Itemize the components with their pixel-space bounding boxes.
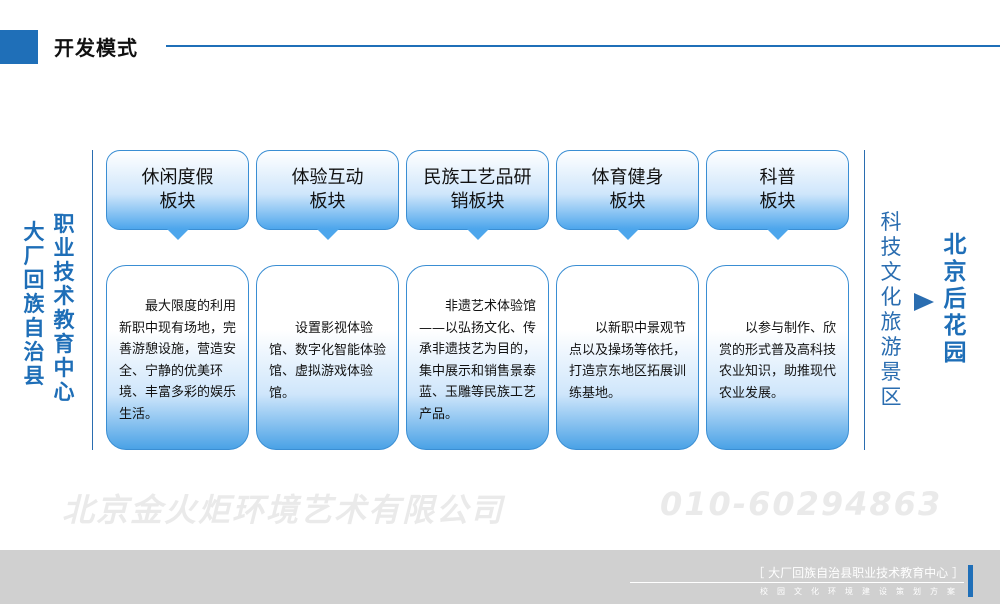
title-accent-block <box>0 30 38 64</box>
module-3-desc: 非遗艺术体验馆——以弘扬文化、传承非遗技艺为目的，集中展示和销售景泰蓝、玉雕等民… <box>406 265 549 450</box>
module-3-head: 民族工艺品研 销板块 <box>406 150 549 240</box>
arrow-right-icon <box>914 293 934 311</box>
zone-label: 科技文化旅游景区 <box>880 210 902 409</box>
footer-band: ［ 大厂回族自治县职业技术教育中心 ］ 校园文化环境建设策划方案 <box>0 550 1000 604</box>
module-1-head: 休闲度假 板块 <box>106 150 249 240</box>
module-5-pointer <box>767 229 789 240</box>
divider-left <box>92 150 93 450</box>
title-underline <box>166 45 1000 47</box>
footer-school-name: ［ 大厂回族自治县职业技术教育中心 ］ <box>752 566 964 580</box>
module-2-desc: 设置影视体验馆、数字化智能体验馆、虚拟游戏体验馆。 <box>256 265 399 450</box>
divider-right <box>864 150 865 450</box>
module-4-title: 体育健身 板块 <box>591 167 664 212</box>
garden-label: 北京后花园 <box>943 232 967 366</box>
module-2-head: 体验互动 板块 <box>256 150 399 240</box>
footer-accent-bar <box>968 565 973 597</box>
school-label: 职业技术教育中心 <box>53 212 75 404</box>
module-1-pointer <box>167 229 189 240</box>
module-1-desc: 最大限度的利用新职中现有场地，完善游憩设施，营造安全、宁静的优美环境、丰富多彩的… <box>106 265 249 450</box>
county-label: 大厂回族自治县 <box>23 220 45 388</box>
module-5-title: 科普 板块 <box>759 167 796 212</box>
watermark-company: 北京金火炬环境艺术有限公司 <box>62 491 505 529</box>
footer-subtitle: 校园文化环境建设策划方案 <box>760 587 964 596</box>
module-5-head: 科普 板块 <box>706 150 849 240</box>
page-title: 开发模式 <box>54 36 138 60</box>
module-2-title: 体验互动 板块 <box>291 167 364 212</box>
module-1-title: 休闲度假 板块 <box>141 167 214 212</box>
watermark-phone: 010-60294863 <box>660 485 943 523</box>
module-2-pointer <box>317 229 339 240</box>
module-3-pointer <box>467 229 489 240</box>
module-3-title: 民族工艺品研 销板块 <box>423 167 532 212</box>
module-5-desc: 以参与制作、欣赏的形式普及高科技农业知识，助推现代农业发展。 <box>706 265 849 450</box>
footer-divider <box>630 582 964 583</box>
module-4-head: 体育健身 板块 <box>556 150 699 240</box>
module-4-pointer <box>617 229 639 240</box>
module-4-desc: 以新职中景观节点以及操场等依托，打造京东地区拓展训练基地。 <box>556 265 699 450</box>
